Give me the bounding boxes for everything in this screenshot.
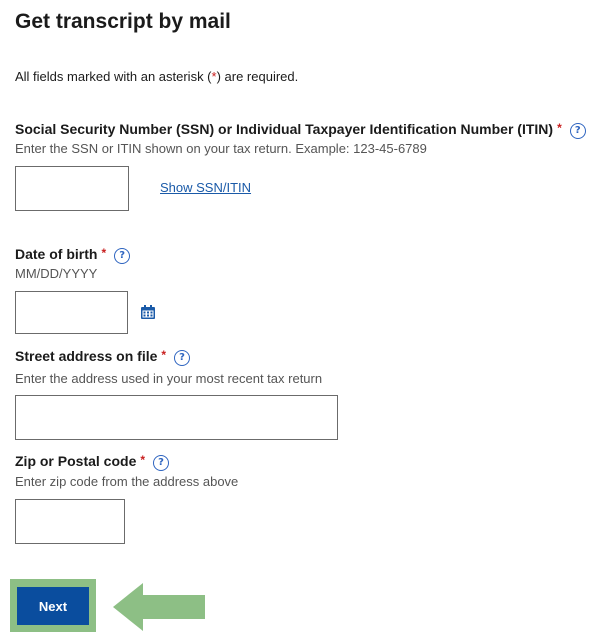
zip-hint: Enter zip code from the address above <box>15 474 239 489</box>
address-required-mark: * <box>161 348 167 362</box>
ssn-label-text: Social Security Number (SSN) or Individu… <box>15 121 554 137</box>
address-help-icon[interactable]: ? <box>174 350 191 366</box>
dob-required-mark: * <box>101 246 107 260</box>
left-arrow-icon <box>113 583 205 631</box>
dob-input[interactable] <box>15 291 128 334</box>
zip-help-icon[interactable]: ? <box>153 455 170 471</box>
calendar-icon[interactable] <box>140 304 156 320</box>
ssn-help-icon[interactable]: ? <box>569 123 586 139</box>
address-label-text: Street address on file <box>15 348 158 364</box>
ssn-input[interactable] <box>15 166 129 211</box>
ssn-required-mark: * <box>557 121 562 135</box>
zip-label: Zip or Postal code *? <box>15 453 170 471</box>
show-ssn-link[interactable]: Show SSN/ITIN <box>160 180 251 195</box>
dob-help-icon[interactable]: ? <box>114 248 131 264</box>
zip-required-mark: * <box>140 453 146 467</box>
dob-label: Date of birth *? <box>15 246 131 264</box>
address-hint: Enter the address used in your most rece… <box>15 371 323 386</box>
ssn-label: Social Security Number (SSN) or Individu… <box>15 121 586 139</box>
page-title: Get transcript by mail <box>15 10 231 33</box>
next-button[interactable]: Next <box>17 587 89 625</box>
zip-input[interactable] <box>15 499 125 544</box>
required-note-prefix: All fields marked with an asterisk ( <box>15 69 212 84</box>
required-note-suffix: ) are required. <box>216 69 299 84</box>
address-label: Street address on file *? <box>15 348 191 366</box>
dob-label-text: Date of birth <box>15 246 98 262</box>
zip-label-text: Zip or Postal code <box>15 453 137 469</box>
required-fields-note: All fields marked with an asterisk (*) a… <box>15 69 298 84</box>
address-input[interactable] <box>15 395 338 440</box>
dob-hint: MM/DD/YYYY <box>15 266 98 281</box>
ssn-hint: Enter the SSN or ITIN shown on your tax … <box>15 141 427 156</box>
